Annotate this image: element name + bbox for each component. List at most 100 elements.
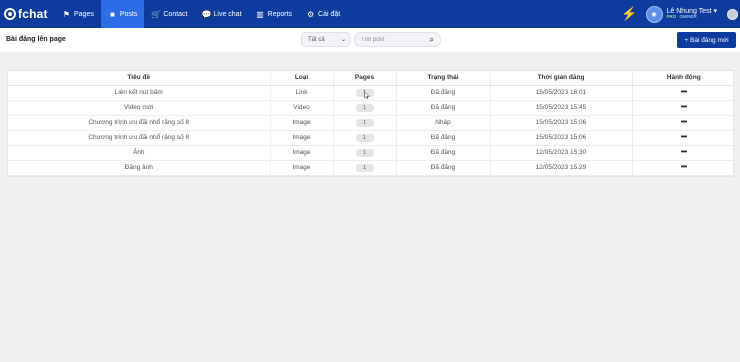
brand-name: fchat <box>18 7 48 21</box>
actions-cell: ••• <box>632 85 735 101</box>
lightning-icon[interactable]: ⚡ <box>621 6 637 22</box>
mouse-cursor-icon <box>364 91 370 99</box>
nav-item-gear[interactable]: ⚙ Cài đặt <box>299 0 347 28</box>
cell-text: Đã đăng <box>430 89 456 96</box>
chat-icon: 💬 <box>201 9 212 19</box>
nav-item-chat[interactable]: 💬 Live chat <box>195 0 249 28</box>
table-row[interactable]: Chương trình ưu đãi nhổ răng số 8 Image 1 Đ… <box>8 130 735 146</box>
nav-item-label: Pages <box>74 10 94 18</box>
more-actions-icon[interactable]: ••• <box>681 119 687 126</box>
nav-item-posts[interactable]: ■ Posts <box>100 0 145 28</box>
cell-text: Đăng ảnh <box>124 164 153 171</box>
pages-count-badge[interactable]: 1 <box>355 148 374 157</box>
status-filter-select[interactable]: Tất cả ⌄ <box>301 32 351 47</box>
cell-text: Liên kết nút bấm <box>114 89 163 96</box>
avatar[interactable] <box>727 8 738 20</box>
post-type-cell: Image <box>270 145 334 161</box>
column-header: Trạng thái <box>396 71 491 86</box>
pages-count-badge[interactable]: 1 <box>355 163 374 172</box>
pages-count-badge[interactable]: 1 <box>355 103 374 112</box>
nav-item-label: Cài đặt <box>318 10 341 18</box>
nav-item-bar-chart[interactable]: ▥ Reports <box>249 0 300 28</box>
pages-count-cell: 1 <box>333 130 397 146</box>
more-actions-icon[interactable]: ••• <box>681 89 687 96</box>
user-menu[interactable]: Lê Nhung Test ▾ PRO OWNER <box>667 8 717 21</box>
nav-item-flag[interactable]: ⚑ Pages <box>55 0 101 28</box>
actions-cell: ••• <box>632 100 735 116</box>
pages-count-badge[interactable]: 1 <box>355 118 374 127</box>
user-role: OWNER <box>679 14 697 20</box>
chevron-down-icon: ▾ <box>713 7 717 15</box>
nav-item-cart[interactable]: 🛒 Contact <box>144 0 194 28</box>
publish-time-cell: 15/05/2023 15:06 <box>490 115 633 131</box>
cell-text: Video mới <box>124 104 154 111</box>
posts-table: Tiêu đề Loại Pages Trạng thái Thời gian đăng… <box>7 70 735 177</box>
posts-icon: ■ <box>109 9 115 19</box>
brand-logo[interactable]: fchat <box>0 0 55 28</box>
table-row[interactable]: Liên kết nút bấmLink1Đã đăng15/05/2023 1… <box>8 85 735 101</box>
pro-badge: PRO <box>666 14 677 20</box>
cell-text: Nháp <box>435 119 451 126</box>
post-title-cell: Đăng ảnh <box>8 160 271 176</box>
more-actions-icon[interactable]: ••• <box>681 149 687 156</box>
cell-text: 12/05/2023 15:30 <box>535 149 587 156</box>
publish-time-cell: 15/05/2023 15:06 <box>490 130 633 146</box>
bar-chart-icon: ▥ <box>256 9 264 19</box>
more-actions-icon[interactable]: ••• <box>681 134 687 141</box>
status-cell: Đã đăng <box>396 85 491 101</box>
table-header-row: Tiêu đề Loại Pages Trạng thái Thời gian đăng… <box>8 71 735 86</box>
cell-text: Đã đăng <box>430 164 456 171</box>
top-navbar: fchat ⚑ Pages ■ Posts 🛒 Contact 💬 Live chat ▥ Rep… <box>0 0 740 28</box>
cell-text: 15/05/2023 15:45 <box>535 104 587 111</box>
cell-text: Image <box>292 149 311 156</box>
cell-text: Đã đăng <box>430 104 456 111</box>
post-title-cell: Chương trình ưu đãi nhổ răng số 8 <box>8 130 271 146</box>
chevron-down-icon: ⌄ <box>340 37 346 43</box>
table-row[interactable]: Chương trình ưu đãi nhổ răng số 8 Image 1 N… <box>8 115 735 131</box>
gear-icon: ⚙ <box>306 9 315 19</box>
cart-icon: 🛒 <box>151 9 162 19</box>
table-row[interactable]: Đăng ảnh Image 1 Đã đăng 12/05/2023 15:29 ••• <box>8 160 735 176</box>
post-title-cell: Video mới <box>8 100 271 116</box>
actions-cell: ••• <box>632 130 735 146</box>
post-type-cell: Image <box>270 160 334 176</box>
cell-text: Image <box>292 119 311 126</box>
pages-count-cell: 1 <box>333 100 397 116</box>
column-header: Hành động <box>632 71 735 86</box>
cell-text: Chương trình ưu đãi nhổ răng số 8 <box>88 119 190 126</box>
search-input[interactable] <box>355 36 423 43</box>
nav-item-label: Reports <box>267 10 293 18</box>
new-post-button[interactable]: + Bài đăng mới <box>677 32 736 48</box>
post-title-cell: Chương trình ưu đãi nhổ răng số 8 <box>8 115 271 131</box>
cell-text: Image <box>292 164 311 171</box>
table-row[interactable]: Video mới Video 1 Đã đăng 15/05/2023 15:45 ••… <box>8 100 735 116</box>
table-body: Liên kết nút bấm Link 1 Đã đăng 15/05/2023 1… <box>8 85 735 176</box>
status-cell: Nháp <box>396 115 491 131</box>
cell-text: Link <box>295 89 308 96</box>
post-title-cell: Ảnh <box>8 145 271 161</box>
cell-text: Video <box>293 104 310 111</box>
pages-count-badge[interactable]: 1 <box>355 133 374 142</box>
more-actions-icon[interactable]: ••• <box>681 164 687 171</box>
cell-text: Đã đăng <box>430 134 456 141</box>
main-nav: ⚑ Pages ■ Posts 🛒 Contact 💬 Live chat ▥ Reports ⚙ C… <box>55 0 347 28</box>
column-header: Pages <box>333 71 397 86</box>
search-icon[interactable]: ⌕ <box>430 35 434 45</box>
page-avatar[interactable]: ◉ <box>645 5 663 23</box>
cell-text: Chương trình ưu đãi nhổ răng số 8 <box>88 134 190 141</box>
post-type-cell: Image <box>270 115 334 131</box>
cell-text: 15/05/2023 15:06 <box>535 119 587 126</box>
table-row[interactable]: Ảnh Image 1 Đã đăng 12/05/2023 15:30 ••• <box>8 145 735 161</box>
publish-time-cell: 12/05/2023 15:30 <box>490 145 633 161</box>
more-actions-icon[interactable]: ••• <box>681 104 687 111</box>
cell-text: 15/05/2023 16:01 <box>535 89 587 96</box>
publish-time-cell: 12/05/2023 15:29 <box>490 160 633 176</box>
flag-icon: ⚑ <box>62 9 71 19</box>
page-toolbar: Bài đăng lên page Tất cả ⌄ ⌕ + Bài đăng … <box>0 28 740 52</box>
nav-item-label: Posts <box>119 10 138 18</box>
column-header: Tiêu đề <box>8 71 271 86</box>
column-header: Thời gian đăng <box>490 71 633 86</box>
post-title-cell: Liên kết nút bấm <box>8 85 271 101</box>
post-type-cell: Image <box>270 130 334 146</box>
cell-text: 15/05/2023 15:06 <box>535 134 587 141</box>
